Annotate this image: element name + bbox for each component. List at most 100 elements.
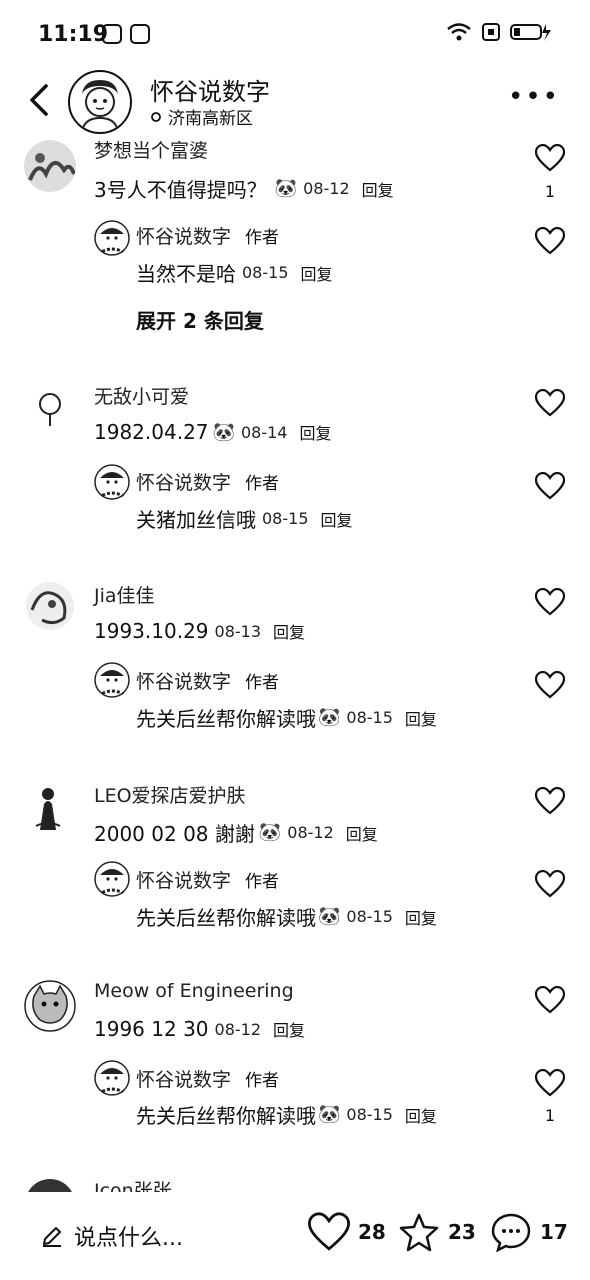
emoji-icon: 🐼 xyxy=(318,1104,341,1125)
like-button[interactable] xyxy=(534,388,566,421)
comment-placeholder: 说点什么... xyxy=(74,1226,183,1251)
reply-text: 先关后丝帮你解读哦 xyxy=(136,906,316,930)
author-avatar[interactable] xyxy=(94,861,130,897)
author-tag: 作者 xyxy=(245,228,280,248)
sim-icon xyxy=(482,23,500,41)
commenter-avatar[interactable] xyxy=(24,580,76,632)
reply-date: 08-15 xyxy=(242,263,289,282)
reply-text: 先关后丝帮你解读哦 xyxy=(136,707,316,731)
comment-date: 08-12 xyxy=(214,1019,262,1039)
reply-button[interactable]: 回复 xyxy=(273,1017,305,1041)
back-button[interactable] xyxy=(22,80,62,120)
reply-button[interactable]: 回复 xyxy=(405,706,437,730)
author-avatar[interactable] xyxy=(94,220,130,256)
pencil-icon xyxy=(43,1227,61,1247)
author-reply-body[interactable]: 关猪加丝信哦 08-15 回复 xyxy=(136,504,353,533)
reply-button[interactable]: 回复 xyxy=(362,177,394,201)
favorite-button[interactable]: 23 xyxy=(398,1212,476,1252)
comment-date: 08-12 xyxy=(303,179,350,198)
profile-name[interactable]: 怀谷说数字 xyxy=(150,72,270,107)
emoji-icon: 🐼 xyxy=(258,822,282,843)
like-post-button[interactable]: 28 xyxy=(308,1212,386,1252)
commenter-avatar[interactable] xyxy=(24,780,76,832)
comment-body[interactable]: 3号人不值得提吗？ 🐼 08-12 回复 xyxy=(94,174,394,203)
commenter-name[interactable]: 无敌小可爱 xyxy=(94,382,189,409)
like-button[interactable] xyxy=(534,670,566,703)
author-reply-body[interactable]: 当然不是哈 08-15 回复 xyxy=(136,258,333,287)
reply-button[interactable]: 回复 xyxy=(299,420,331,444)
like-count: 1 xyxy=(544,1106,556,1125)
like-button[interactable] xyxy=(534,143,566,176)
back-arrow-icon xyxy=(30,84,48,116)
author-name[interactable]: 怀谷说数字 xyxy=(136,222,231,249)
comment-body[interactable]: 1996 12 30 08-12 回复 xyxy=(94,1017,305,1041)
author-line: 怀谷说数字 作者 xyxy=(136,222,279,249)
author-line: 怀谷说数字 作者 xyxy=(136,1065,279,1092)
comment-date: 08-14 xyxy=(240,422,288,442)
reply-button[interactable]: 回复 xyxy=(346,821,378,845)
author-avatar[interactable] xyxy=(94,662,130,698)
comment-body[interactable]: 1982.04.27 🐼 08-14 回复 xyxy=(94,420,331,444)
like-button[interactable] xyxy=(534,1068,566,1101)
more-button[interactable]: ••• xyxy=(508,82,560,112)
heart-icon xyxy=(534,143,566,172)
author-name[interactable]: 怀谷说数字 xyxy=(136,468,231,495)
emoji-icon: 🐼 xyxy=(212,421,235,443)
comment-input[interactable]: 说点什么... xyxy=(40,1220,183,1252)
reply-button[interactable]: 回复 xyxy=(405,905,437,929)
comment-button[interactable]: 17 xyxy=(490,1212,568,1252)
author-reply-body[interactable]: 先关后丝帮你解读哦 🐼 08-15 回复 xyxy=(136,902,437,931)
reply-button[interactable]: 回复 xyxy=(301,261,333,285)
author-avatar[interactable] xyxy=(94,464,130,500)
reply-text: 关猪加丝信哦 xyxy=(136,508,256,532)
like-button[interactable] xyxy=(534,985,566,1018)
commenter-name[interactable]: 梦想当个富婆 xyxy=(94,136,208,163)
comment-icon xyxy=(491,1213,531,1252)
heart-icon xyxy=(308,1212,350,1251)
like-button[interactable] xyxy=(534,226,566,259)
like-button[interactable] xyxy=(534,786,566,819)
comment-body[interactable]: 1993.10.29 08-13 回复 xyxy=(94,619,305,643)
expand-replies-button[interactable]: 展开 2 条回复 xyxy=(136,305,264,334)
app-notification-icon xyxy=(102,24,122,44)
author-tag: 作者 xyxy=(245,1071,280,1091)
like-button[interactable] xyxy=(534,587,566,620)
heart-icon xyxy=(534,869,566,898)
like-button[interactable] xyxy=(534,471,566,504)
emoji-icon: 🐼 xyxy=(274,178,298,199)
favorite-count: 23 xyxy=(448,1220,476,1244)
commenter-name[interactable]: LEO爱探店爱护肤 xyxy=(94,781,246,808)
reply-date: 08-15 xyxy=(262,509,309,528)
reply-date: 08-15 xyxy=(346,708,393,727)
heart-icon xyxy=(534,670,566,699)
author-tag: 作者 xyxy=(245,673,280,693)
battery-icon xyxy=(510,24,551,41)
comment-text: 2000 02 08 謝謝 xyxy=(94,822,255,846)
like-button[interactable] xyxy=(534,869,566,902)
comment-date: 08-13 xyxy=(214,621,262,641)
author-reply-body[interactable]: 先关后丝帮你解读哦 🐼 08-15 回复 xyxy=(136,703,437,732)
author-reply-body[interactable]: 先关后丝帮你解读哦 🐼 08-15 回复 xyxy=(136,1100,437,1129)
commenter-avatar[interactable] xyxy=(24,382,76,434)
commenter-avatar[interactable] xyxy=(24,140,76,192)
heart-icon xyxy=(534,226,566,255)
commenter-avatar[interactable] xyxy=(24,980,76,1032)
location-text: 济南高新区 xyxy=(168,109,253,129)
comment-body[interactable]: 2000 02 08 謝謝 🐼 08-12 回复 xyxy=(94,818,378,847)
reply-button[interactable]: 回复 xyxy=(273,619,305,643)
profile-location: 济南高新区 xyxy=(150,104,253,129)
commenter-name[interactable]: Jia佳佳 xyxy=(94,581,155,608)
author-tag: 作者 xyxy=(245,872,280,892)
author-name[interactable]: 怀谷说数字 xyxy=(136,667,231,694)
author-name[interactable]: 怀谷说数字 xyxy=(136,1065,231,1092)
like-count: 1 xyxy=(544,182,556,201)
profile-avatar[interactable] xyxy=(68,70,132,134)
commenter-name[interactable]: Meow of Engineering xyxy=(94,980,294,1002)
author-name[interactable]: 怀谷说数字 xyxy=(136,866,231,893)
reply-button[interactable]: 回复 xyxy=(321,507,353,531)
author-avatar[interactable] xyxy=(94,1060,130,1096)
location-icon xyxy=(151,111,161,122)
comment-count: 17 xyxy=(540,1220,568,1244)
reply-button[interactable]: 回复 xyxy=(405,1103,437,1127)
author-line: 怀谷说数字 作者 xyxy=(136,667,279,694)
